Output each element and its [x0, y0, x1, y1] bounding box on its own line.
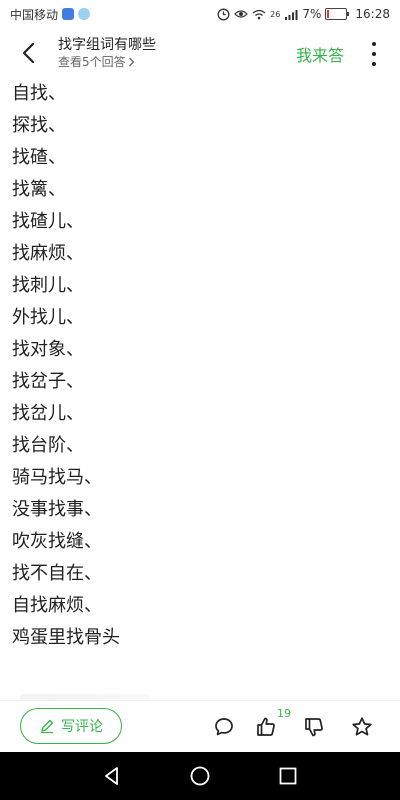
word-item: 找岔儿、: [12, 403, 84, 424]
comment-bubble-icon[interactable]: [212, 715, 236, 739]
nav-home-icon[interactable]: [188, 764, 212, 788]
header-bar: 找字组词有哪些 查看5个回答 我来答: [0, 28, 400, 78]
back-arrow-icon: [22, 42, 35, 64]
system-navigation-bar: [0, 752, 400, 800]
write-comment-button[interactable]: 写评论: [20, 708, 122, 744]
word-item: 鸡蛋里找骨头: [12, 627, 120, 648]
word-item: 吹灰找缝、: [12, 531, 102, 552]
pen-icon: [41, 719, 54, 734]
wifi-icon: [252, 9, 266, 19]
word-item: 找碴、: [12, 147, 66, 168]
nav-back-icon[interactable]: [100, 764, 124, 788]
word-item: 骑马找马、: [12, 467, 102, 488]
battery-level-fill: [327, 10, 330, 18]
word-item: 找对象、: [12, 339, 84, 360]
word-item: 找篱、: [12, 179, 66, 200]
word-item: 找岔子、: [12, 371, 84, 392]
app-notification-icon: [62, 8, 75, 20]
chevron-right-icon: [128, 57, 135, 67]
back-button[interactable]: [14, 38, 44, 68]
word-item: 没事找事、: [12, 499, 102, 520]
word-item: 找不自在、: [12, 563, 102, 584]
bottom-action-bar: 写评论 19: [0, 700, 400, 753]
header-title-block: 找字组词有哪些 查看5个回答: [58, 36, 156, 70]
word-item: 自找麻烦、: [12, 595, 102, 616]
more-dot: [372, 52, 376, 56]
status-bar-left: 中国移动: [10, 6, 91, 23]
nav-recents-icon[interactable]: [276, 764, 300, 788]
signal-icon: [285, 9, 298, 20]
more-dot: [372, 62, 376, 66]
more-options-button[interactable]: [366, 42, 382, 66]
carrier-label: 中国移动: [10, 7, 59, 22]
word-item: 自找、: [12, 83, 66, 104]
view-answers-link[interactable]: 查看5个回答: [58, 54, 156, 70]
answer-button[interactable]: 我来答: [296, 42, 344, 66]
more-vertical-icon: [372, 42, 376, 46]
status-bar-right: 26 7% 16:28: [217, 7, 390, 21]
word-item: 找台阶、: [12, 435, 84, 456]
write-comment-label: 写评论: [61, 719, 103, 735]
star-icon[interactable]: [350, 715, 374, 739]
word-item: 找麻烦、: [12, 243, 84, 264]
alarm-icon: [217, 8, 230, 20]
like-count: 19: [277, 707, 291, 720]
word-item: 外找儿、: [12, 307, 84, 328]
battery-icon: [325, 8, 350, 20]
word-item: 找碴儿、: [12, 211, 84, 232]
word-item: 探找、: [12, 115, 66, 136]
eye-icon: [234, 10, 249, 18]
page-title: 找字组词有哪些: [58, 37, 156, 53]
answer-content: 自找、 探找、 找碴、 找篱、 找碴儿、 找麻烦、 找刺儿、 外找儿、 找对象、…: [12, 78, 388, 654]
battery-percent: 7%: [302, 7, 322, 21]
view-answers-label: 查看5个回答: [58, 55, 126, 69]
app-notification-icon-2: [78, 8, 91, 20]
status-bar: 中国移动 26 7% 16:28: [0, 0, 400, 28]
network-type-label: 26: [270, 9, 281, 19]
thumbs-up-icon[interactable]: [254, 715, 278, 739]
thumbs-down-icon[interactable]: [302, 715, 326, 739]
word-item: 找刺儿、: [12, 275, 84, 296]
clock-time: 16:28: [355, 7, 390, 21]
